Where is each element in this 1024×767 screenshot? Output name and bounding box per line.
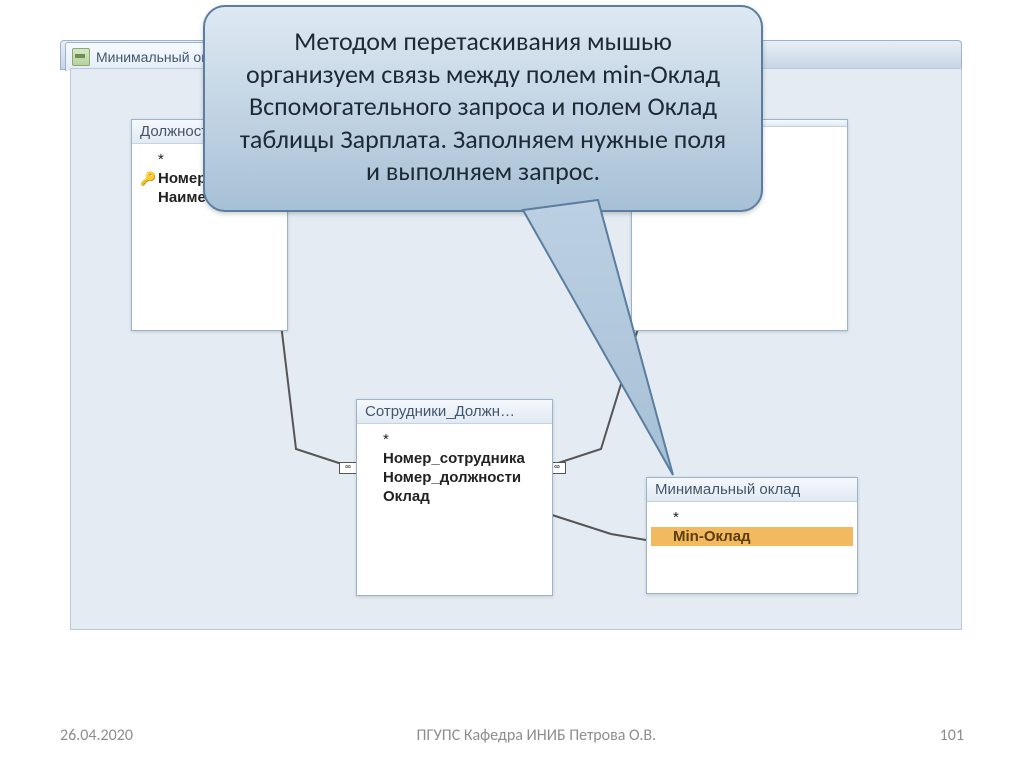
table-header[interactable]: Минимальный оклад — [647, 478, 857, 502]
join-marker: ∞ — [339, 462, 357, 474]
table-body: * Номер_сотрудника Номер_должности Оклад — [357, 424, 552, 512]
field-row[interactable]: * — [361, 430, 548, 449]
query-icon — [72, 48, 90, 66]
field-row[interactable]: * — [651, 508, 853, 527]
table-min-oklad[interactable]: Минимальный оклад * Min-Оклад — [646, 477, 858, 594]
field-row[interactable]: Оклад — [361, 487, 548, 506]
instruction-callout: Методом перетаскивания мышью организуем … — [203, 5, 763, 212]
field-row[interactable]: Номер_должности — [361, 468, 548, 487]
table-header[interactable]: Сотрудники_Должн… — [357, 400, 552, 424]
footer-org: ПГУПС Кафедра ИНИБ Петрова О.В. — [417, 726, 657, 745]
footer-date: 26.04.2020 — [60, 726, 133, 745]
primary-key-icon: 🔑 — [140, 171, 154, 187]
field-row[interactable]: Номер_сотрудника — [361, 449, 548, 468]
table-body: * Min-Оклад — [647, 502, 857, 552]
query-tab-label: Минимальный окл — [96, 49, 216, 65]
slide-footer: 26.04.2020 ПГУПС Кафедра ИНИБ Петрова О.… — [0, 726, 1024, 745]
field-row-selected[interactable]: Min-Оклад — [651, 527, 853, 546]
footer-page: 101 — [940, 726, 964, 745]
callout-tail-icon — [203, 5, 763, 365]
table-sotrudniki-dolzhn[interactable]: Сотрудники_Должн… * Номер_сотрудника Ном… — [356, 399, 553, 596]
